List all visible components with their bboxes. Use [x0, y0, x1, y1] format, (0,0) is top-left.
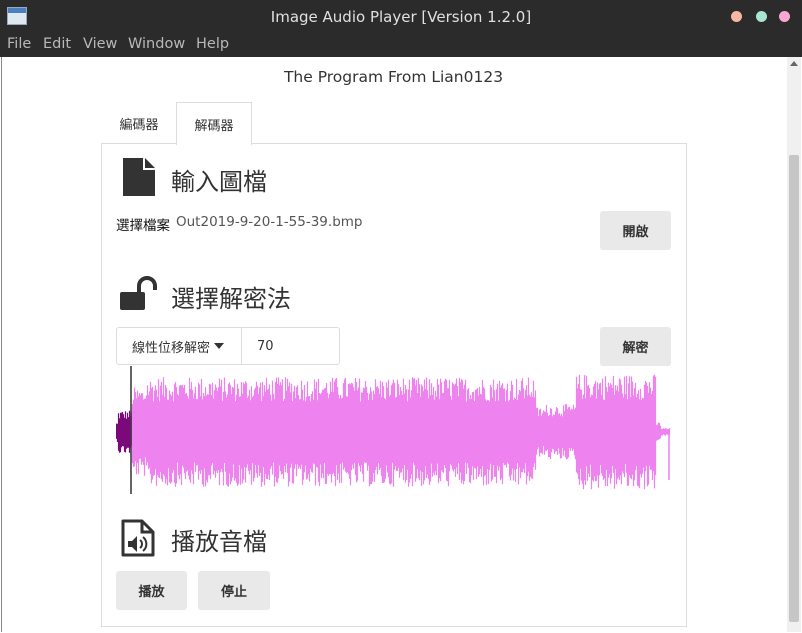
open-button[interactable]: 開啟 — [600, 211, 671, 250]
menu-help[interactable]: Help — [196, 36, 229, 52]
waveform-unplayed — [129, 374, 671, 490]
menu-edit[interactable]: Edit — [43, 36, 71, 52]
choose-file-label[interactable]: 選擇檔案 — [116, 214, 170, 234]
program-header: The Program From Lian0123 — [283, 68, 504, 86]
menu-view[interactable]: View — [83, 36, 117, 52]
waveform-played — [116, 410, 131, 453]
window-minimize-button[interactable] — [779, 11, 790, 22]
audio-file-icon — [121, 519, 155, 557]
menu-file[interactable]: File — [7, 36, 31, 52]
tab-decoder[interactable]: 解碼器 — [176, 102, 252, 145]
window-title: Image Audio Player [Version 1.2.0] — [270, 8, 532, 26]
unlock-icon — [120, 276, 157, 310]
scrollbar-thumb[interactable] — [789, 155, 799, 622]
audio-waveform[interactable] — [116, 366, 672, 496]
file-icon — [123, 158, 155, 196]
window-maximize-button[interactable] — [756, 11, 767, 22]
shift-value-input[interactable] — [242, 327, 340, 365]
menu-window[interactable]: Window — [128, 36, 185, 52]
decrypt-method-select[interactable]: 線性位移解密 — [116, 327, 242, 365]
menu-bar: File Edit View Window Help — [0, 34, 802, 57]
vertical-scrollbar[interactable] — [787, 57, 801, 632]
play-button[interactable]: 播放 — [116, 571, 187, 610]
tab-encoder[interactable]: 編碼器 — [103, 102, 175, 144]
stop-button[interactable]: 停止 — [198, 571, 270, 610]
input-section-title: 輸入圖檔 — [171, 168, 267, 196]
play-section-title: 播放音檔 — [171, 528, 267, 556]
scroll-up-arrow-icon[interactable] — [790, 61, 798, 66]
window-close-button[interactable] — [731, 11, 742, 22]
decrypt-section-title: 選擇解密法 — [171, 285, 291, 313]
title-bar: Image Audio Player [Version 1.2.0] — [0, 0, 802, 34]
decrypt-button[interactable]: 解密 — [600, 327, 671, 366]
decrypt-method-value: 線性位移解密 — [132, 340, 211, 356]
selected-file-name: Out2019-9-20-1-55-39.bmp — [176, 214, 363, 230]
caret-down-icon — [214, 343, 225, 349]
